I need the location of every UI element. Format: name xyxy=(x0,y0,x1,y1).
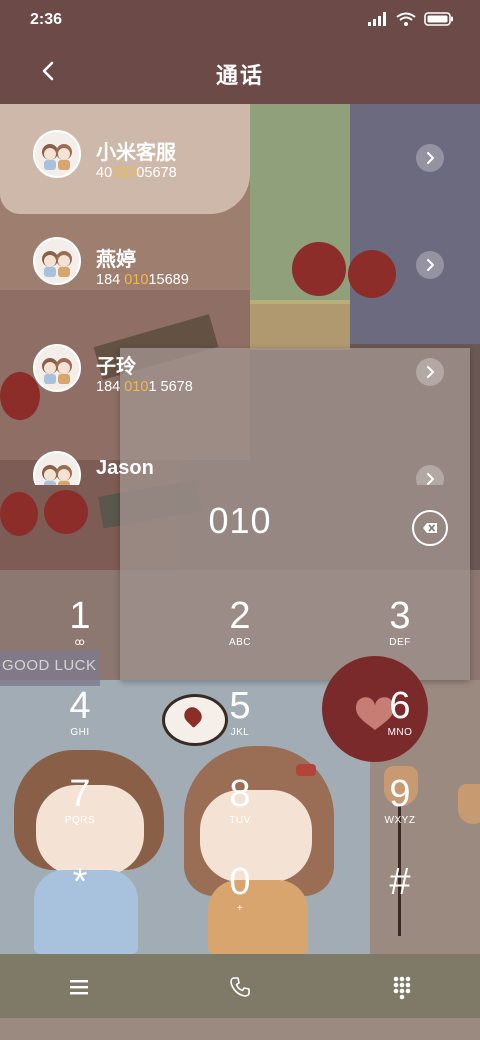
dial-key[interactable]: * xyxy=(20,862,140,942)
menu-icon[interactable] xyxy=(64,972,94,1002)
contact-detail-button[interactable] xyxy=(416,358,444,386)
dial-key-letters: DEF xyxy=(389,637,411,648)
dialpad-icon[interactable] xyxy=(387,972,417,1002)
chevron-right-icon xyxy=(427,152,434,164)
dial-key-digit: 6 xyxy=(389,685,411,727)
dial-key[interactable]: 2 ABC xyxy=(180,596,300,676)
dial-key[interactable]: 4 GHI xyxy=(20,686,140,766)
dial-key-letters: JKL xyxy=(230,727,250,738)
contact-detail-button[interactable] xyxy=(416,144,444,172)
backspace-button[interactable] xyxy=(412,510,448,546)
contact-detail-button[interactable] xyxy=(416,251,444,279)
dial-key[interactable]: 5 JKL xyxy=(180,686,300,766)
dial-key[interactable]: 8 TUV xyxy=(180,774,300,854)
dial-key-letters: PQRS xyxy=(64,815,96,826)
dial-key[interactable]: 6 MNO xyxy=(340,686,460,766)
dial-key[interactable]: 0 + xyxy=(180,862,300,942)
contact-name: Jason xyxy=(96,457,154,479)
contact-detail-button[interactable] xyxy=(416,465,444,485)
dial-key-digit: 2 xyxy=(229,595,251,637)
bottom-bar xyxy=(0,954,480,1018)
dial-key-letters: WXYZ xyxy=(384,815,416,826)
dial-key-letters: TUV xyxy=(229,815,251,826)
dial-key-digit: 7 xyxy=(69,773,91,815)
contact-number: 184 0101 5678 xyxy=(96,379,193,395)
dial-key-digit: 1 xyxy=(69,595,91,637)
avatar xyxy=(33,130,81,178)
dial-key-digit: 0 xyxy=(229,861,251,903)
backspace-icon xyxy=(423,523,437,533)
dial-key-letters: ABC xyxy=(228,637,252,648)
dial-key-digit: # xyxy=(389,861,411,903)
dial-key-digit: 9 xyxy=(389,773,411,815)
dial-key[interactable]: 3 DEF xyxy=(340,596,460,676)
dial-key-digit: 5 xyxy=(229,685,251,727)
contact-number: 184 01015689 xyxy=(96,272,189,288)
dial-key-digit: 3 xyxy=(389,595,411,637)
chevron-right-icon xyxy=(427,366,434,378)
contact-number: 4001005678 xyxy=(96,165,177,181)
battery-icon xyxy=(424,12,453,26)
contact-row[interactable]: Jason xyxy=(0,425,480,485)
page-title: 通话 xyxy=(215,63,264,88)
title-bar: 通话 xyxy=(0,42,480,104)
dial-key-digit: 8 xyxy=(229,773,251,815)
avatar xyxy=(33,237,81,285)
status-bar: 2:36 xyxy=(0,0,480,42)
contact-name: 燕婷 xyxy=(96,249,136,271)
dialed-number: 010 xyxy=(208,500,272,541)
dial-key-letters: ꝏ xyxy=(74,637,86,648)
dial-key-letters: MNO xyxy=(387,727,413,738)
status-time: 2:36 xyxy=(30,11,63,28)
dial-key-letters: GHI xyxy=(70,727,90,738)
dial-key[interactable]: 1ꝏ xyxy=(20,596,140,676)
dial-key[interactable]: 7 PQRS xyxy=(20,774,140,854)
phone-icon[interactable] xyxy=(225,972,255,1002)
contact-row[interactable]: 子玲 184 0101 5678 xyxy=(0,318,480,418)
dial-key-digit: 4 xyxy=(69,685,91,727)
avatar xyxy=(33,451,81,485)
wifi-icon xyxy=(396,12,416,26)
contact-row[interactable]: 小米客服 4001005678 xyxy=(0,104,480,204)
dial-key[interactable]: 9 WXYZ xyxy=(340,774,460,854)
avatar xyxy=(33,344,81,392)
dial-key-digit: * xyxy=(72,861,88,903)
contact-name: 子玲 xyxy=(96,356,136,378)
contact-name: 小米客服 xyxy=(96,142,176,164)
chevron-right-icon xyxy=(427,473,434,485)
signal-icon xyxy=(368,12,386,26)
chevron-right-icon xyxy=(427,259,434,271)
contact-row[interactable]: 燕婷 184 01015689 xyxy=(0,211,480,311)
dial-key[interactable]: # xyxy=(340,862,460,942)
dial-key-letters: + xyxy=(236,903,244,914)
